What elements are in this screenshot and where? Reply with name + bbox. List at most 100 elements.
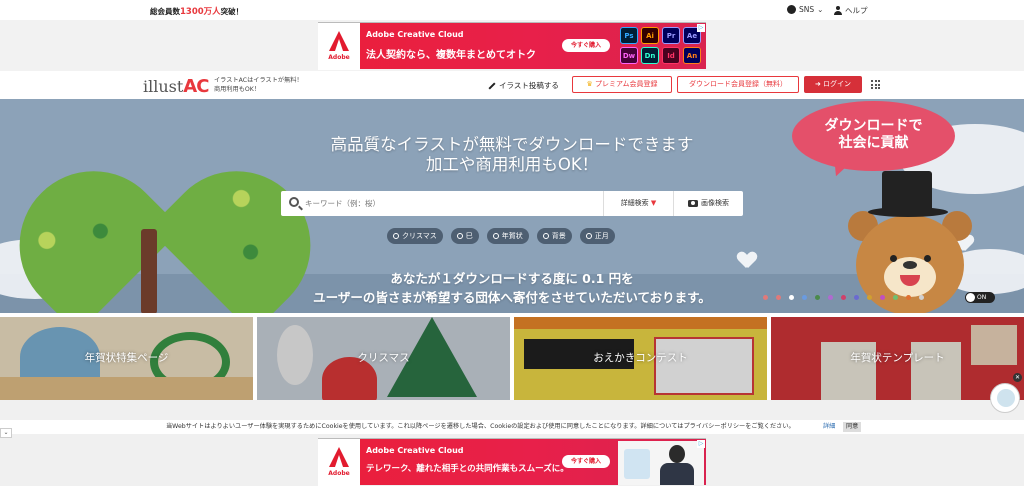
cookie-text: 当Webサイトはよりよいユーザー体験を実現するためにCookieを使用しています… bbox=[166, 423, 795, 430]
search-icon[interactable] bbox=[289, 197, 299, 207]
slide-dot[interactable] bbox=[854, 295, 859, 300]
image-search-button[interactable]: 画像検索 bbox=[673, 191, 743, 216]
adobe-logo: Adobe bbox=[318, 23, 360, 70]
camera-icon bbox=[688, 199, 698, 207]
search-box: 詳細検索 ▼ 画像検索 bbox=[281, 191, 743, 216]
logo-ac: AC bbox=[183, 76, 209, 97]
autoplay-toggle[interactable]: ON bbox=[965, 292, 995, 303]
member-count: 総会員数1300万人突破！ bbox=[150, 5, 243, 17]
adobe-logo-word: Adobe bbox=[328, 54, 350, 61]
chevron-down-icon[interactable]: ⌄ bbox=[0, 428, 12, 438]
slide-dot[interactable] bbox=[763, 295, 768, 300]
crown-icon: ♛ bbox=[586, 80, 593, 88]
logo-subtitle: イラストACはイラストが無料！ 商用利用もOK！ bbox=[214, 76, 303, 94]
logo-subtitle-line-1: イラストACはイラストが無料！ bbox=[214, 77, 303, 84]
app-grid-icon[interactable] bbox=[871, 80, 880, 89]
close-icon[interactable]: ✕ bbox=[1013, 373, 1022, 382]
member-count-number: 1300万人 bbox=[180, 7, 221, 17]
app-icon: Ps bbox=[620, 27, 638, 44]
tag-chip[interactable]: 年賀状 bbox=[486, 228, 529, 244]
slide-dot[interactable] bbox=[789, 295, 794, 300]
banner-drawing-contest[interactable]: おえかきコンテスト bbox=[514, 317, 767, 400]
app-icon: Pr bbox=[662, 27, 680, 44]
slide-dot[interactable] bbox=[776, 295, 781, 300]
hero-headline-line-2: 加工や商用利用もOK！ bbox=[425, 155, 599, 174]
slide-dots bbox=[763, 295, 924, 300]
ad-tagline: テレワーク、離れた相手との共同作業もスムーズに。 bbox=[366, 464, 569, 474]
premium-register-label: プレミアム会員登録 bbox=[595, 80, 658, 88]
tag-label: 正月 bbox=[594, 232, 609, 240]
login-icon: ➜ bbox=[814, 80, 821, 88]
download-register-button[interactable]: ダウンロード会員登録（無料） bbox=[677, 76, 799, 93]
sns-menu[interactable]: SNS ⌄ bbox=[787, 5, 823, 14]
adobe-ad-bottom[interactable]: Adobe Adobe Creative Cloud テレワーク、離れた相手との… bbox=[318, 438, 706, 486]
post-illust-link[interactable]: イラスト投稿する bbox=[488, 80, 559, 91]
bot-avatar-icon bbox=[997, 389, 1015, 407]
donation-line-1: あなたが１ダウンロードする度に 0.1 円を bbox=[390, 271, 634, 286]
logo-subtitle-line-2: 商用利用もOK！ bbox=[214, 86, 261, 93]
slide-dot[interactable] bbox=[893, 295, 898, 300]
slide-dot[interactable] bbox=[841, 295, 846, 300]
slide-dot[interactable] bbox=[815, 295, 820, 300]
post-illust-label: イラスト投稿する bbox=[499, 81, 559, 90]
detail-search-label: 詳細検索 bbox=[620, 199, 649, 207]
chevron-down-icon: ⌄ bbox=[817, 5, 824, 14]
app-icon: Dn bbox=[641, 47, 659, 64]
app-icon: Ai bbox=[641, 27, 659, 44]
tag-label: クリスマス bbox=[402, 232, 437, 240]
heart-icon bbox=[738, 252, 756, 268]
slide-dot[interactable] bbox=[802, 295, 807, 300]
login-button[interactable]: ➜ ログイン bbox=[804, 76, 862, 93]
banner-label: クリスマス bbox=[357, 352, 410, 364]
banner-label: 年賀状特集ページ bbox=[84, 352, 169, 364]
hero-headline: 高品質なイラストが無料でダウンロードできます 加工や商用利用もOK！ bbox=[0, 135, 1024, 175]
toggle-label: ON bbox=[977, 294, 987, 301]
adobe-logo: Adobe bbox=[318, 439, 360, 486]
image-search-label: 画像検索 bbox=[701, 199, 729, 207]
search-icon bbox=[456, 233, 463, 239]
tag-chip[interactable]: 巳 bbox=[450, 228, 479, 244]
slide-dot[interactable] bbox=[828, 295, 833, 300]
ad-brand: Adobe Creative Cloud bbox=[366, 30, 464, 39]
tag-chip[interactable]: 背景 bbox=[536, 228, 572, 244]
site-header: illustAC イラストACはイラストが無料！ 商用利用もOK！ イラスト投稿… bbox=[0, 71, 1024, 99]
hero-section: ダウンロードで 社会に貢献 高品質なイラストが無料でダウンロードできます 加工や… bbox=[0, 99, 1024, 313]
slide-dot[interactable] bbox=[919, 295, 924, 300]
slide-dot[interactable] bbox=[880, 295, 885, 300]
tag-chip[interactable]: クリスマス bbox=[387, 228, 443, 244]
slide-dot[interactable] bbox=[906, 295, 911, 300]
help-link[interactable]: ヘルプ bbox=[833, 5, 868, 16]
top-hat bbox=[882, 171, 932, 211]
tag-label: 巳 bbox=[465, 232, 473, 240]
detail-search-dropdown[interactable]: 詳細検索 ▼ bbox=[603, 191, 673, 216]
search-icon bbox=[542, 233, 549, 239]
teleworker-photo bbox=[618, 441, 704, 485]
ad-info-icon[interactable]: ▷ bbox=[697, 24, 705, 32]
search-icon bbox=[492, 233, 499, 239]
premium-register-button[interactable]: ♛ プレミアム会員登録 bbox=[572, 76, 672, 93]
adobe-a-icon bbox=[329, 447, 349, 467]
slide-dot[interactable] bbox=[867, 295, 872, 300]
ad-app-icons: Ps Ai Pr Ae Dw Dn Id An bbox=[620, 27, 701, 64]
ad-info-icon[interactable]: ▷ bbox=[697, 440, 705, 448]
site-logo[interactable]: illustAC bbox=[143, 76, 209, 97]
sns-label: SNS bbox=[799, 5, 815, 14]
hero-headline-line-1: 高品質なイラストが無料でダウンロードできます bbox=[330, 135, 694, 154]
chat-assistant-button[interactable] bbox=[990, 383, 1020, 413]
search-input[interactable] bbox=[305, 195, 595, 212]
app-icon: Dw bbox=[620, 47, 638, 64]
tag-chip[interactable]: 正月 bbox=[579, 228, 615, 244]
cookie-detail-link[interactable]: 詳細 bbox=[823, 420, 835, 434]
pen-icon bbox=[488, 81, 496, 90]
banner-nengajo-special[interactable]: 年賀状特集ページ bbox=[0, 317, 253, 400]
banner-label: 年賀状テンプレート bbox=[850, 352, 945, 364]
adobe-a-icon bbox=[329, 31, 349, 51]
ad-buy-button[interactable]: 今すぐ購入 bbox=[562, 39, 610, 52]
cookie-agree-button[interactable]: 同意 bbox=[843, 422, 862, 432]
banner-label: おえかきコンテスト bbox=[593, 352, 688, 364]
ad-buy-button[interactable]: 今すぐ購入 bbox=[562, 455, 610, 468]
banner-nengajo-template[interactable]: 年賀状テンプレート bbox=[771, 317, 1024, 400]
banner-christmas[interactable]: クリスマス bbox=[257, 317, 510, 400]
adobe-ad-top[interactable]: Adobe Adobe Creative Cloud 法人契約なら、複数年まとめ… bbox=[318, 22, 706, 70]
chat-icon bbox=[787, 5, 796, 14]
